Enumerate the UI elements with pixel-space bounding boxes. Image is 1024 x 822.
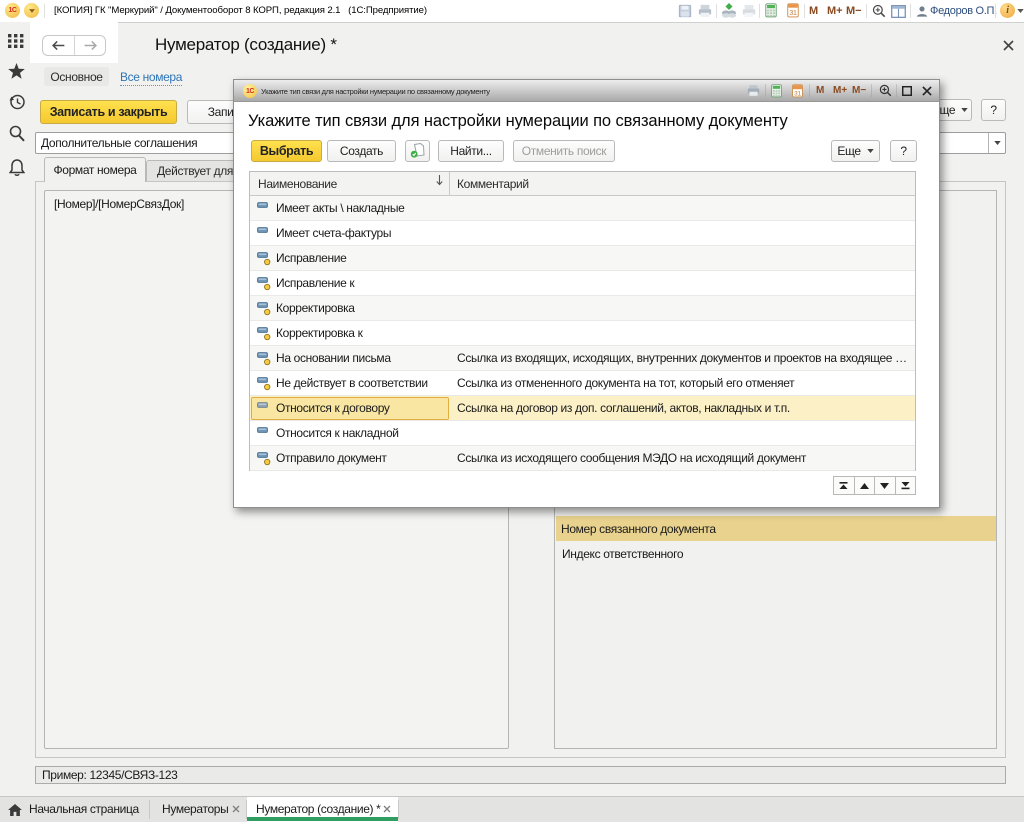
svg-text:31: 31 — [794, 90, 801, 97]
svg-text:31: 31 — [789, 10, 797, 17]
